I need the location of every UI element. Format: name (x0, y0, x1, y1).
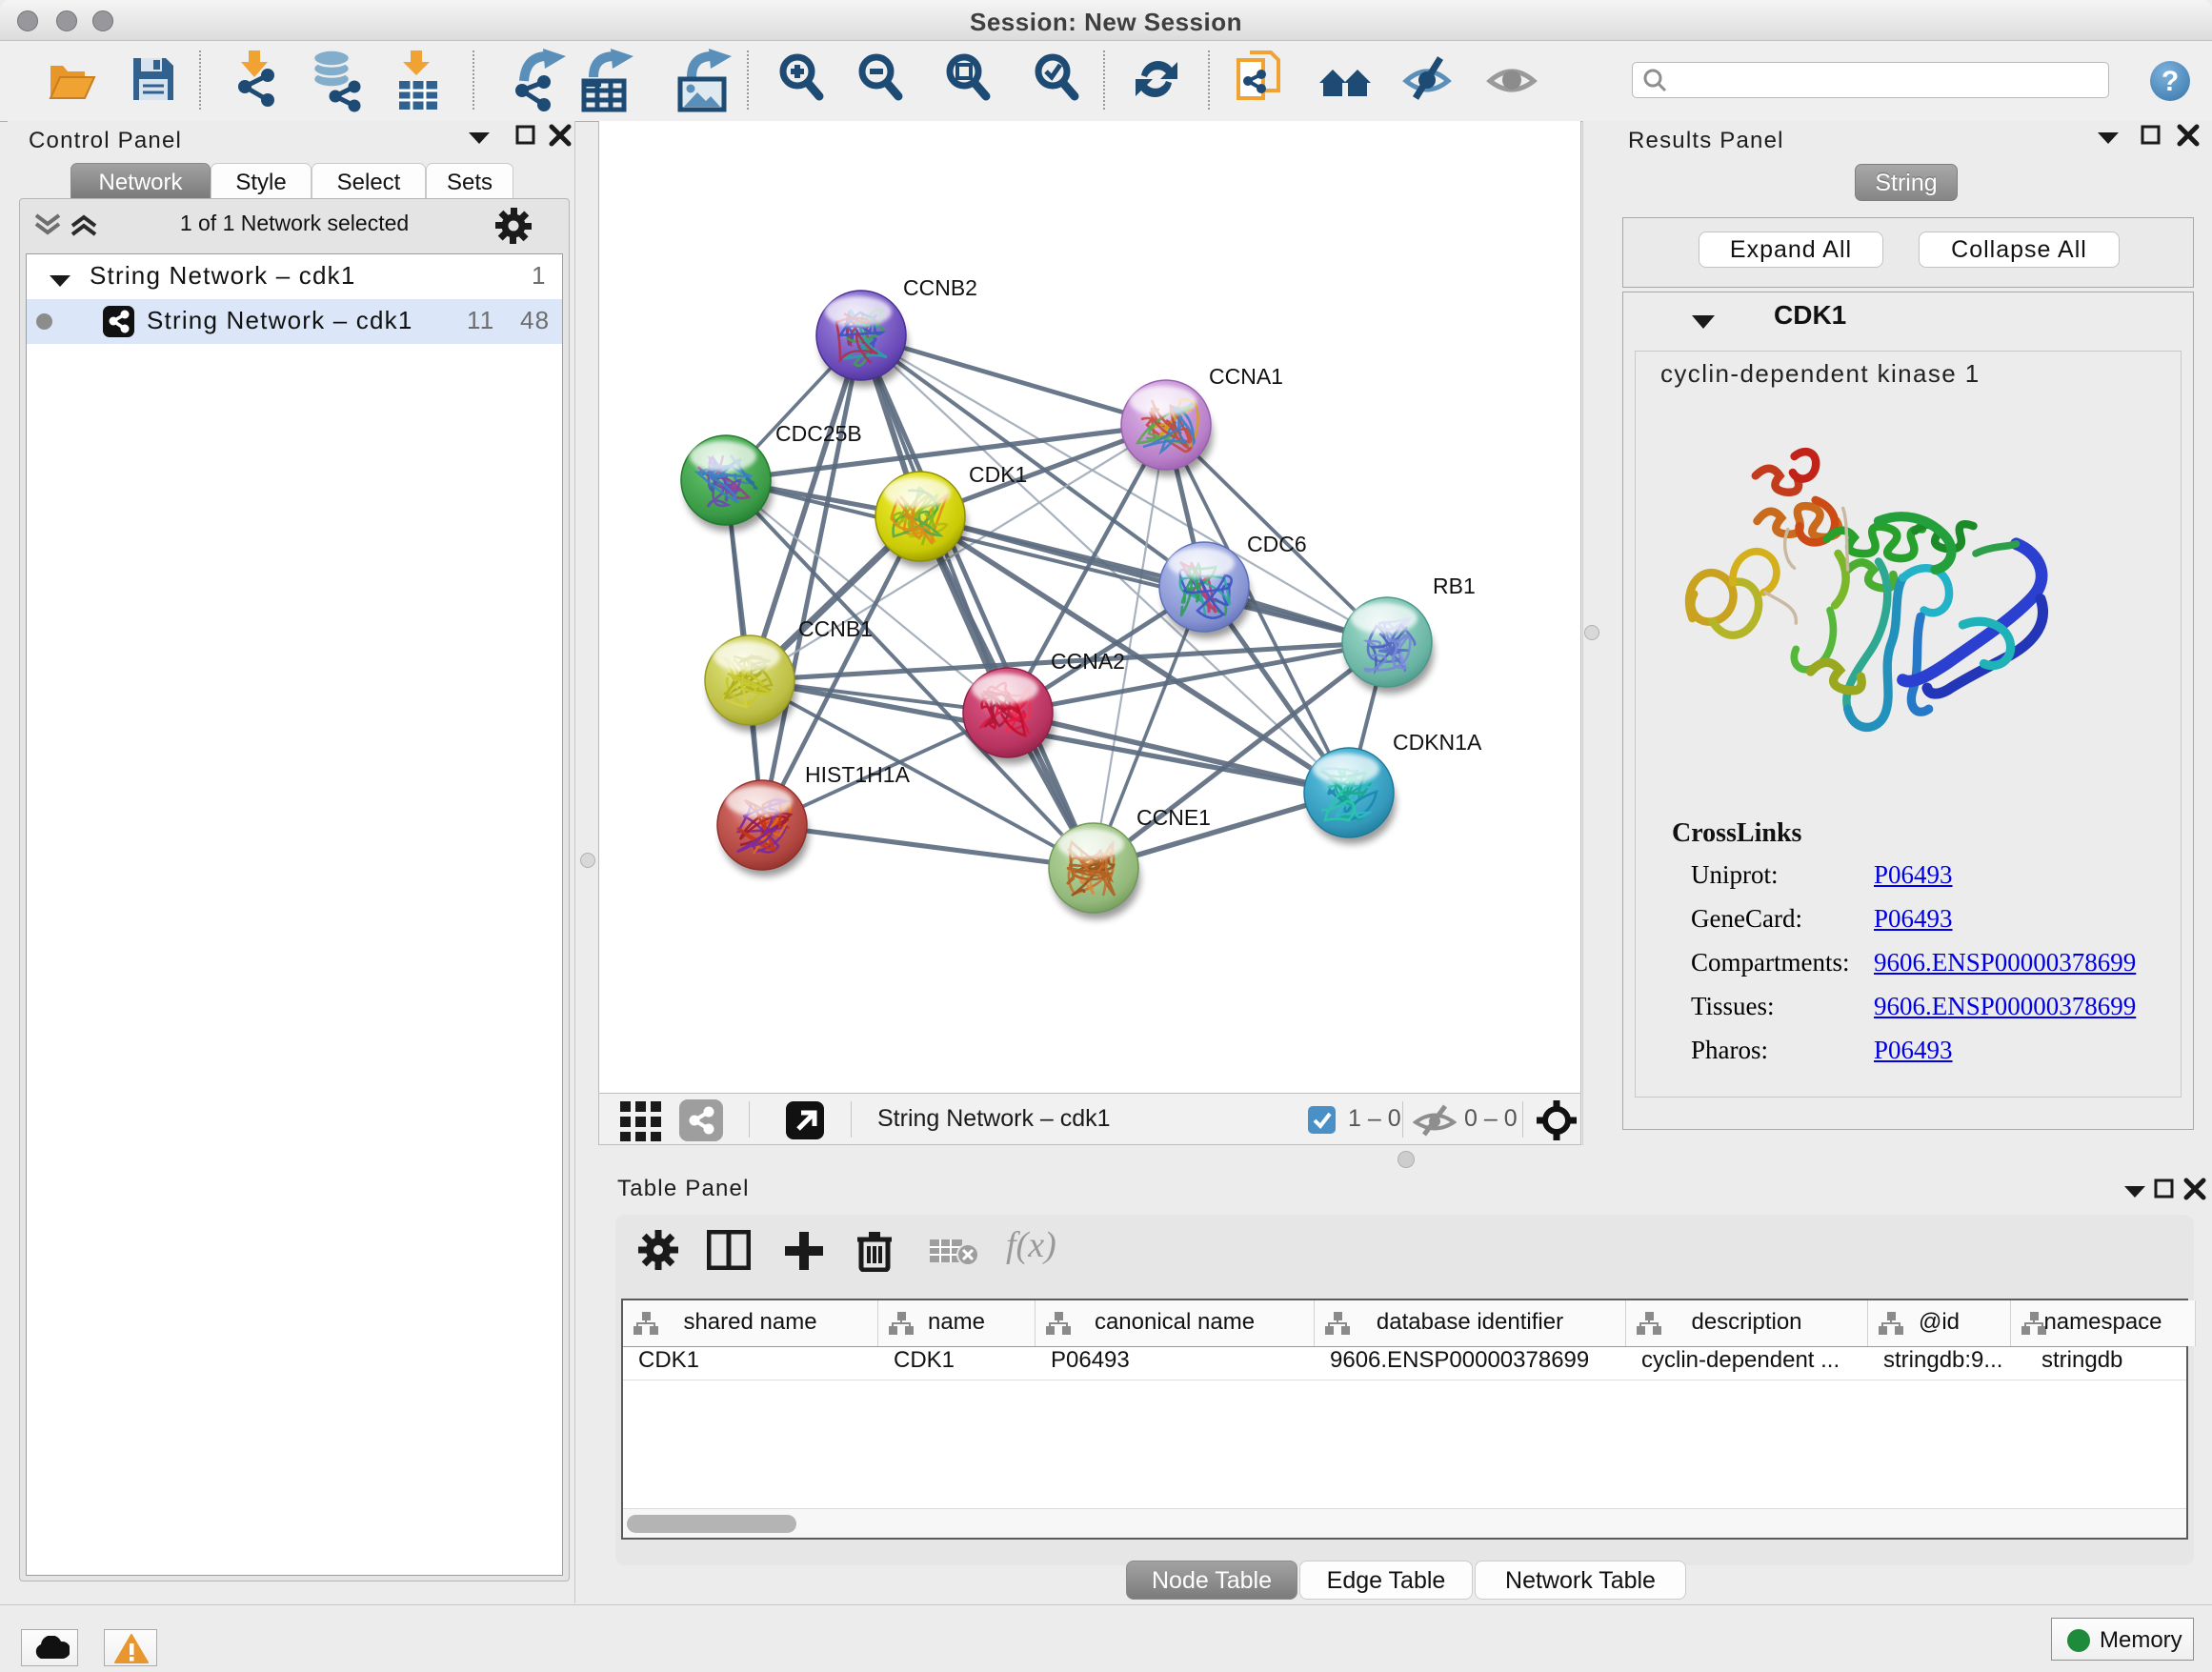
svg-text:CDK1: CDK1 (969, 462, 1027, 487)
svg-text:CCNA1: CCNA1 (1209, 364, 1283, 389)
svg-text:CDKN1A: CDKN1A (1393, 730, 1482, 755)
svg-text:RB1: RB1 (1433, 574, 1476, 598)
svg-text:CDC6: CDC6 (1247, 532, 1307, 556)
svg-text:HIST1H1A: HIST1H1A (805, 762, 911, 787)
svg-text:?: ? (2162, 66, 2179, 97)
svg-text:CCNB2: CCNB2 (903, 275, 977, 300)
svg-text:CCNA2: CCNA2 (1051, 649, 1125, 674)
svg-text:CCNE1: CCNE1 (1136, 805, 1211, 830)
svg-text:CCNB1: CCNB1 (798, 616, 873, 641)
svg-text:CDC25B: CDC25B (775, 421, 862, 446)
